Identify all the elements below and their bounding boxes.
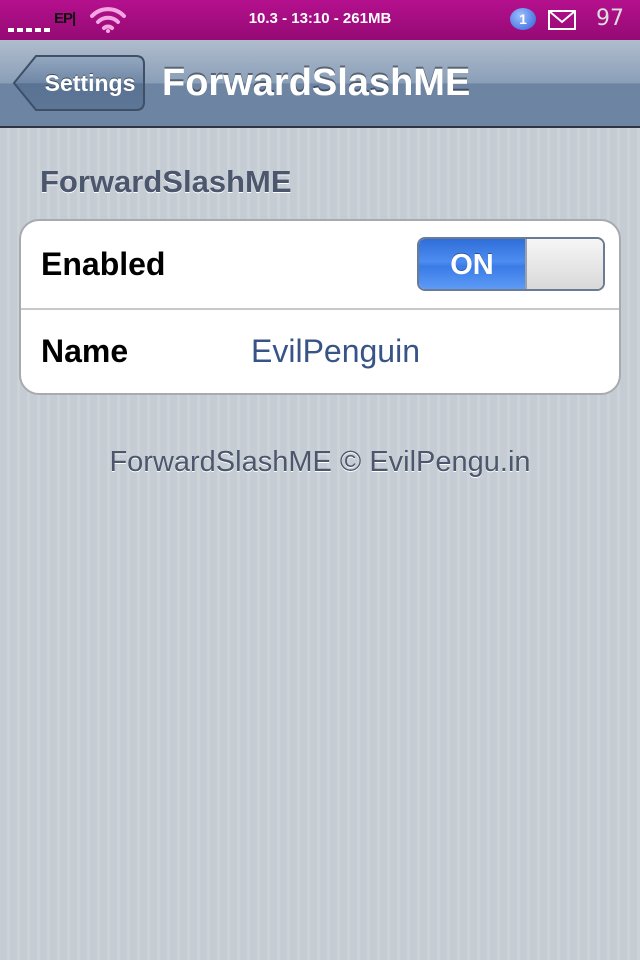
back-button[interactable]: Settings	[12, 54, 146, 112]
carrier-name: EP|	[54, 10, 76, 27]
toggle-on-label: ON	[419, 239, 525, 289]
back-button-label: Settings	[44, 70, 136, 96]
signal-icon	[8, 20, 50, 32]
chat-badge-icon: 1	[510, 8, 536, 32]
status-bar: EP| 10.3 - 13:10 - 261MB 1 97	[0, 0, 640, 40]
name-cell[interactable]: Name EvilPenguin	[21, 308, 619, 393]
enabled-toggle[interactable]: ON	[417, 237, 605, 291]
status-info-text: 10.3 - 13:10 - 261MB	[248, 10, 392, 27]
page-title: ForwardSlashME	[162, 62, 471, 104]
name-label: Name	[41, 333, 129, 369]
toggle-knob[interactable]	[525, 239, 603, 289]
enabled-label: Enabled	[41, 246, 166, 282]
footer-credit: ForwardSlashME © EvilPengu.in	[109, 446, 531, 478]
navigation-bar: Settings ForwardSlashME	[0, 40, 640, 128]
name-value-field[interactable]: EvilPenguin	[251, 308, 420, 393]
notification-count: 1	[510, 8, 536, 30]
wifi-icon	[90, 6, 126, 34]
section-header: ForwardSlashME	[40, 164, 292, 199]
settings-group: Enabled ON Name EvilPenguin	[19, 219, 621, 395]
enabled-cell: Enabled ON	[21, 221, 619, 310]
battery-level: 97	[596, 6, 624, 31]
mail-icon	[548, 10, 576, 30]
